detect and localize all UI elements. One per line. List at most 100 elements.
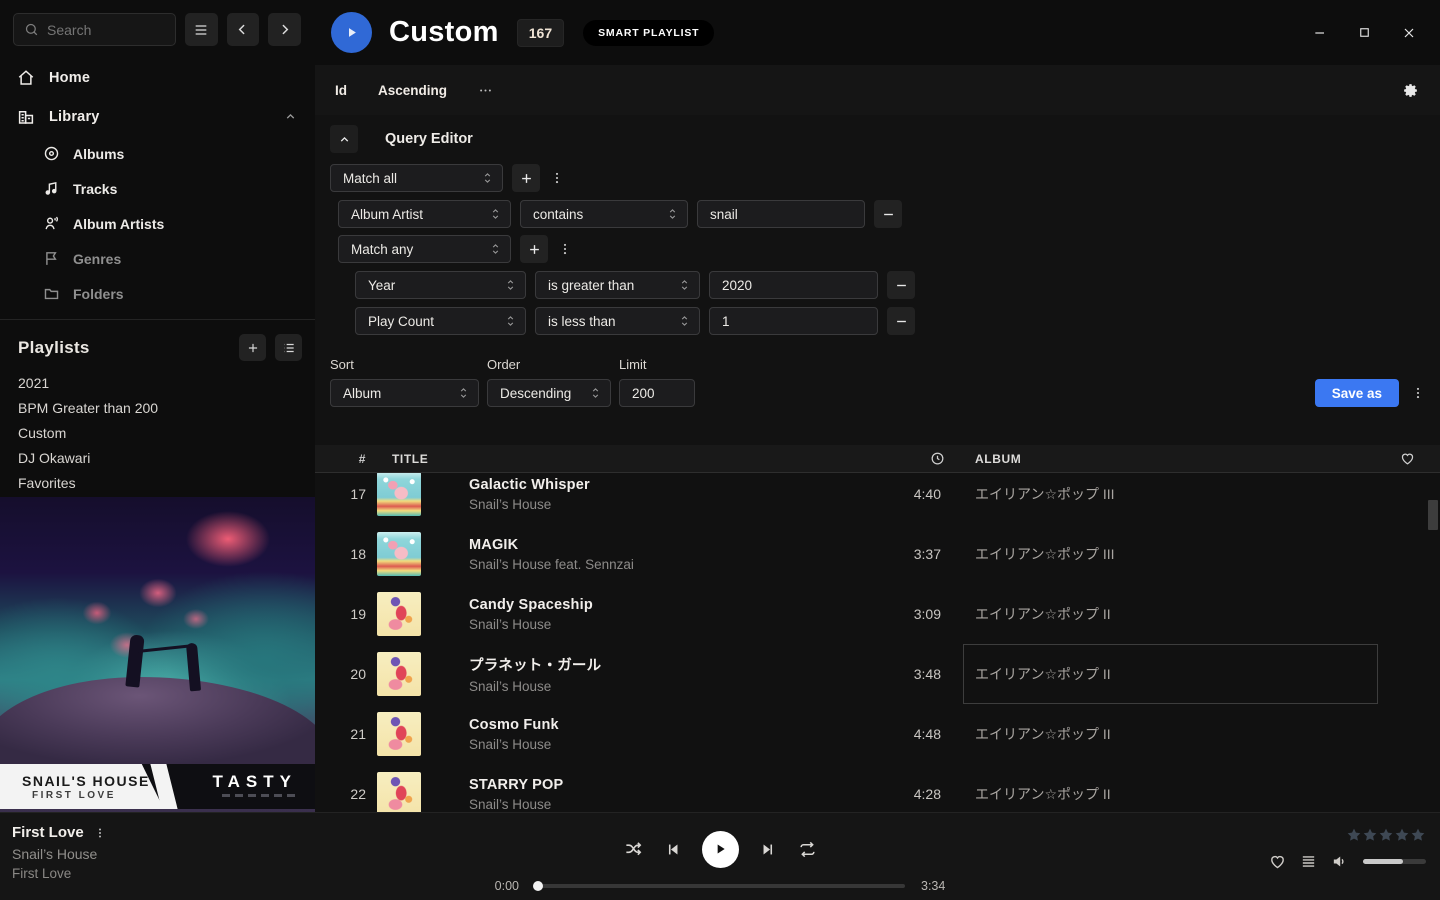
order-select[interactable]: Descending	[487, 379, 611, 407]
star-icon[interactable]	[1378, 827, 1394, 843]
scrollbar-thumb[interactable]	[1428, 500, 1438, 530]
chevron-up-icon[interactable]	[284, 110, 297, 123]
playlist-item[interactable]: Favorites	[0, 471, 315, 496]
save-as-button[interactable]: Save as	[1315, 379, 1399, 407]
seek-handle[interactable]	[533, 881, 543, 891]
sidebar-item-home[interactable]: Home	[0, 58, 315, 97]
column-duration[interactable]	[862, 451, 952, 466]
previous-track-button[interactable]	[664, 841, 681, 858]
sidebar-item-albums[interactable]: Albums	[0, 136, 315, 171]
column-title[interactable]: TITLE	[377, 452, 862, 466]
close-button[interactable]	[1401, 25, 1417, 41]
sidebar-item-tracks[interactable]: Tracks	[0, 171, 315, 206]
table-row[interactable]: 20 プラネット・ガール Snail’s House 3:48 エイリアン☆ポッ…	[315, 644, 1440, 704]
limit-input[interactable]	[619, 379, 695, 407]
track-number: 19	[315, 606, 377, 622]
menu-button[interactable]	[185, 13, 218, 46]
sidebar-item-album-artists[interactable]: Album Artists	[0, 206, 315, 241]
save-options-icon[interactable]	[1408, 379, 1428, 407]
track-album[interactable]: エイリアン☆ポップ II	[952, 604, 1111, 624]
more-options-icon[interactable]	[478, 83, 493, 98]
rule-value-input[interactable]	[709, 307, 878, 335]
table-row[interactable]: 22 STARRY POP Snail’s House 4:28 エイリアン☆ポ…	[315, 764, 1440, 812]
repeat-button[interactable]	[798, 840, 817, 859]
playlist-item[interactable]: Custom	[0, 421, 315, 446]
table-row[interactable]: 21 Cosmo Funk Snail’s House 4:48 エイリアン☆ポ…	[315, 704, 1440, 764]
now-playing-album[interactable]: First Love	[12, 866, 106, 881]
next-track-button[interactable]	[760, 841, 777, 858]
rating-stars	[1346, 827, 1426, 843]
shuffle-icon	[624, 840, 643, 859]
remove-rule-button[interactable]	[887, 307, 915, 335]
match-type-select[interactable]: Match all	[330, 164, 503, 192]
sort-select[interactable]: Album	[330, 379, 479, 407]
group-options-icon[interactable]	[549, 164, 565, 192]
remove-rule-button[interactable]	[887, 271, 915, 299]
track-artist: Snail’s House	[469, 617, 862, 632]
seek-bar[interactable]	[535, 884, 905, 888]
gear-icon[interactable]	[1402, 82, 1419, 99]
rule-field-select[interactable]: Play Count	[355, 307, 526, 335]
playlist-item[interactable]: DJ Okawari	[0, 446, 315, 471]
rule-operator-select[interactable]: is less than	[535, 307, 700, 335]
add-rule-button[interactable]	[520, 235, 548, 263]
column-index[interactable]: #	[315, 452, 377, 466]
now-playing-artist[interactable]: Snail’s House	[12, 846, 106, 862]
track-number: 17	[315, 486, 377, 502]
rule-operator-select[interactable]: contains	[520, 200, 688, 228]
sidebar-item-folders[interactable]: Folders	[0, 276, 315, 311]
star-icon[interactable]	[1410, 827, 1426, 843]
add-rule-button[interactable]	[512, 164, 540, 192]
playback-controls: 0:00 3:34	[481, 827, 959, 893]
star-icon[interactable]	[1346, 827, 1362, 843]
now-playing-title[interactable]: First Love	[12, 824, 84, 841]
column-album[interactable]: ALBUM	[952, 452, 1388, 466]
star-icon[interactable]	[1362, 827, 1378, 843]
track-album[interactable]: エイリアン☆ポップ II	[952, 784, 1111, 804]
rule-field-select[interactable]: Year	[355, 271, 526, 299]
shuffle-button[interactable]	[624, 840, 643, 859]
match-type-select[interactable]: Match any	[338, 235, 511, 263]
track-album[interactable]: エイリアン☆ポップ III	[952, 544, 1115, 564]
nav-back-button[interactable]	[227, 13, 260, 46]
heart-icon	[1400, 451, 1415, 466]
rule-value-input[interactable]	[697, 200, 865, 228]
playlist-list-button[interactable]	[275, 334, 302, 361]
select-arrows-icon	[482, 171, 493, 185]
table-row[interactable]: 18 MAGIK Snail’s House feat. Sennzai 3:3…	[315, 524, 1440, 584]
sort-field-button[interactable]: Id	[335, 83, 347, 98]
add-playlist-button[interactable]	[239, 334, 266, 361]
table-row[interactable]: 17 Galactic Whisper Snail’s House 4:40 エ…	[315, 473, 1440, 524]
play-playlist-button[interactable]	[331, 12, 372, 53]
now-playing-album-art[interactable]: SNAIL'S HOUSE FIRST LOVE TASTY	[0, 497, 315, 812]
remove-rule-button[interactable]	[874, 200, 902, 228]
rule-value-input[interactable]	[709, 271, 878, 299]
volume-button[interactable]	[1331, 853, 1348, 870]
track-album[interactable]: エイリアン☆ポップ II	[952, 664, 1111, 684]
sidebar-item-library[interactable]: Library	[0, 97, 315, 136]
query-editor-title: Query Editor	[385, 131, 473, 147]
track-options-icon[interactable]	[94, 826, 106, 840]
sidebar-item-genres[interactable]: Genres	[0, 241, 315, 276]
rule-operator-select[interactable]: is greater than	[535, 271, 700, 299]
maximize-button[interactable]	[1357, 25, 1372, 40]
minimize-button[interactable]	[1312, 25, 1328, 41]
nav-forward-button[interactable]	[268, 13, 301, 46]
queue-button[interactable]	[1300, 853, 1317, 870]
track-album[interactable]: エイリアン☆ポップ II	[952, 724, 1111, 744]
playlist-item[interactable]: 2021	[0, 371, 315, 396]
playlist-item[interactable]: BPM Greater than 200	[0, 396, 315, 421]
search-box[interactable]	[13, 13, 176, 46]
play-pause-button[interactable]	[702, 831, 739, 868]
group-options-icon[interactable]	[557, 235, 573, 263]
table-row[interactable]: 19 Candy Spaceship Snail’s House 3:09 エイ…	[315, 584, 1440, 644]
star-icon[interactable]	[1394, 827, 1410, 843]
sort-direction-button[interactable]: Ascending	[378, 83, 447, 98]
volume-slider[interactable]	[1363, 859, 1426, 864]
collapse-query-editor-button[interactable]	[330, 125, 358, 153]
search-input[interactable]	[47, 22, 157, 38]
rule-field-select[interactable]: Album Artist	[338, 200, 511, 228]
column-favorite[interactable]	[1388, 451, 1440, 466]
track-album[interactable]: エイリアン☆ポップ III	[952, 484, 1115, 504]
favorite-button[interactable]	[1269, 853, 1286, 870]
